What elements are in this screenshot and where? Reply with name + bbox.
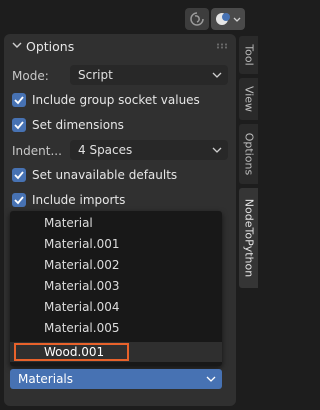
tab-label: Options [242,132,255,176]
menu-item-label: Wood.001 [44,345,105,359]
checkbox-checked-icon [12,168,26,182]
menu-item-material-005[interactable]: Material.005 [10,318,222,338]
checkbox-label: Include imports [32,193,126,207]
menu-item-material[interactable]: Material [10,213,222,233]
indent-value: 4 Spaces [78,143,133,157]
menu-item-material-001[interactable]: Material.001 [10,234,222,254]
rotate-button[interactable] [185,8,209,30]
sidebar-tabs: Tool View Options NodeToPython [237,34,259,406]
sphere-toggle-icon [216,13,241,25]
indent-select[interactable]: 4 Spaces [70,140,228,160]
chevron-down-icon [206,376,216,382]
menu-item-wood-001[interactable]: Wood.001 [10,342,222,362]
indent-label: Indent... [12,144,62,158]
menu-item-label: Material.005 [44,321,120,335]
material-type-select[interactable]: Materials [10,369,222,389]
chevron-down-icon [12,42,22,48]
tab-options[interactable]: Options [239,124,258,184]
menu-item-material-002[interactable]: Material.002 [10,255,222,275]
set-dimensions-checkbox[interactable]: Set dimensions [12,115,228,135]
menu-item-label: Material [44,216,93,230]
include-imports-checkbox[interactable]: Include imports [12,190,228,210]
material-dropdown-menu: Material Material.001 Material.002 Mater… [10,211,222,366]
tab-view[interactable]: View [239,78,258,120]
checkbox-label: Include group socket values [32,93,200,107]
tab-tool[interactable]: Tool [239,36,258,74]
menu-item-label: Material.003 [44,279,120,293]
mode-label: Mode: [12,69,49,83]
menu-item-label: Material.002 [44,258,120,272]
menu-item-label: Material.004 [44,300,120,314]
tab-nodetopython[interactable]: NodeToPython [239,188,258,288]
tab-label: NodeToPython [242,198,255,278]
checkbox-label: Set dimensions [32,118,124,132]
material-type-value: Materials [18,372,74,386]
drag-grip-icon[interactable] [216,43,228,49]
sphere-toggle-button[interactable] [211,8,245,30]
mode-value: Script [78,68,113,82]
checkbox-label: Set unavailable defaults [32,168,178,182]
mode-row: Mode: Script [12,65,228,87]
include-group-socket-values-checkbox[interactable]: Include group socket values [12,90,228,110]
rotate-icon [190,12,204,26]
options-panel-header[interactable]: Options [4,34,236,58]
header-bar [0,0,259,34]
panel-title: Options [26,39,75,54]
set-unavailable-defaults-checkbox[interactable]: Set unavailable defaults [12,165,228,185]
indent-row: Indent... 4 Spaces [12,140,228,162]
menu-item-label: Material.001 [44,237,120,251]
mode-select[interactable]: Script [70,65,228,85]
tab-label: View [242,85,255,113]
checkbox-checked-icon [12,193,26,207]
checkbox-checked-icon [12,118,26,132]
checkbox-checked-icon [12,93,26,107]
chevron-down-icon [212,72,222,78]
menu-item-material-004[interactable]: Material.004 [10,297,222,317]
tab-label: Tool [242,44,255,66]
chevron-down-icon [212,147,222,153]
menu-item-material-003[interactable]: Material.003 [10,276,222,296]
